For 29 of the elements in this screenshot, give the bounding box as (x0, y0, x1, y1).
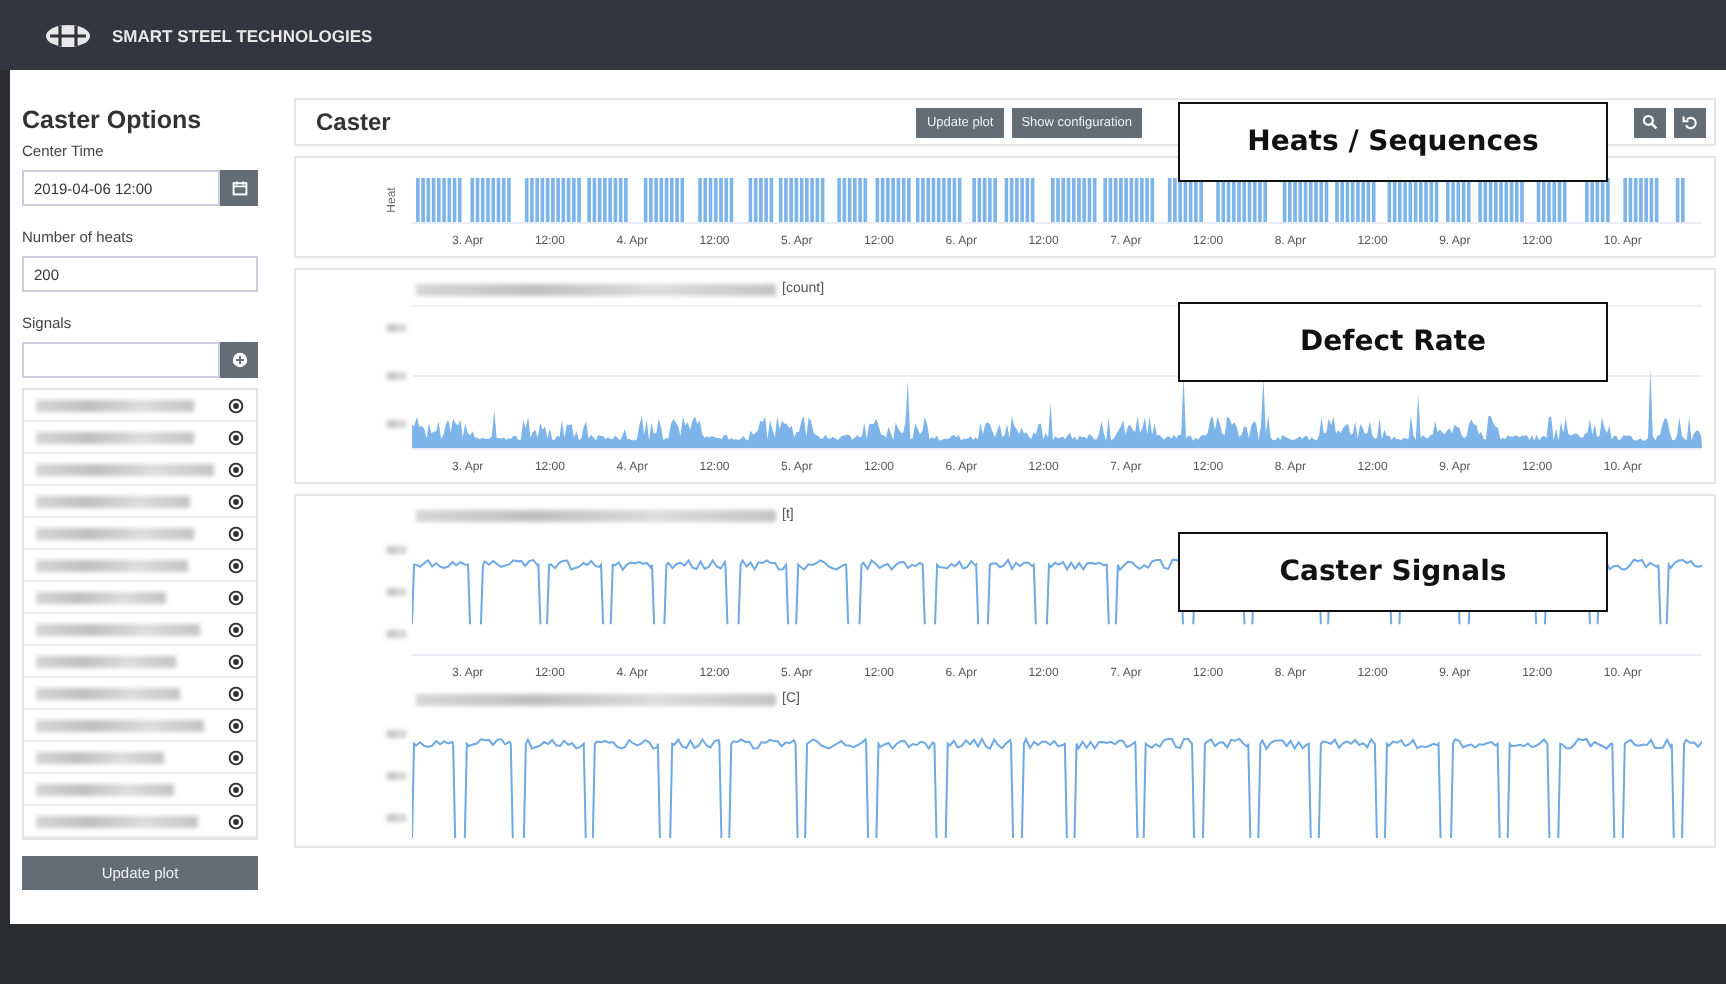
redacted-label (36, 751, 165, 763)
redacted-tick (386, 771, 406, 780)
redacted-tick (386, 546, 406, 555)
redacted-label (36, 783, 174, 795)
redacted-label (36, 655, 176, 667)
add-button[interactable] (220, 342, 258, 378)
callout-label: Heats / Sequences (1178, 102, 1608, 182)
page-title: Caster (316, 108, 393, 136)
zoom-button[interactable] (1634, 107, 1666, 137)
redacted-tick (386, 587, 406, 596)
redacted-tick (386, 730, 406, 739)
calendar-button[interactable] (220, 170, 258, 206)
redacted-tick (386, 420, 406, 428)
reset-button[interactable] (1674, 107, 1706, 137)
redacted-tick (386, 813, 406, 822)
redacted-tick (386, 629, 406, 638)
search-icon (1642, 114, 1658, 130)
redacted-tick (386, 324, 406, 332)
plus-icon (231, 352, 247, 368)
callout-label: Caster Signals (1178, 532, 1608, 612)
input-field[interactable] (22, 342, 220, 378)
redacted-label (36, 591, 166, 603)
logo-icon (44, 23, 92, 47)
sidebar-title: Caster Options (22, 106, 204, 134)
redacted-tick (386, 372, 406, 380)
brand-name: SMART STEEL TECHNOLOGIES (112, 25, 373, 45)
calendar-icon (231, 180, 247, 196)
undo-icon (1682, 114, 1698, 130)
callout-label: Defect Rate (1178, 302, 1608, 382)
